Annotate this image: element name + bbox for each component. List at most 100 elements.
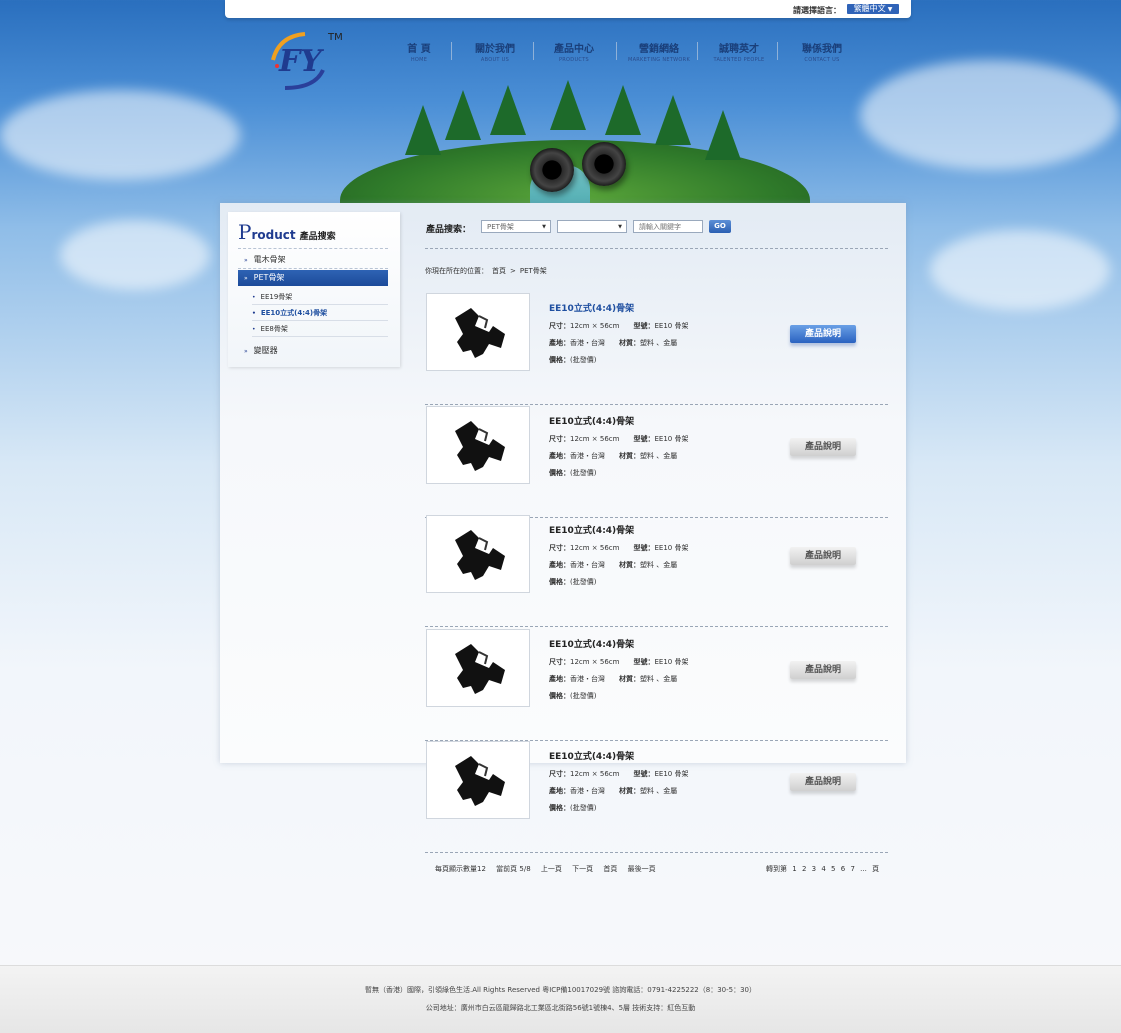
sidebar-title: Product 產品搜索 bbox=[238, 220, 336, 244]
spec-label: 產地： bbox=[549, 787, 570, 795]
product-details-button[interactable]: 產品說明 bbox=[790, 547, 856, 565]
breadcrumb-current[interactable]: PET骨架 bbox=[520, 267, 547, 275]
logo-tm: TM bbox=[328, 32, 343, 43]
product-details-button[interactable]: 產品說明 bbox=[790, 661, 856, 679]
nav-careers[interactable]: 誠聘英才 TALENTED PEOPLE bbox=[700, 40, 778, 63]
spec-label: 型號： bbox=[633, 322, 655, 330]
bullet-icon: » bbox=[244, 275, 248, 282]
subcategory-select[interactable]: ▼ bbox=[557, 220, 627, 233]
last-page-link[interactable]: 最後一頁 bbox=[628, 865, 656, 873]
main-nav: 首 頁 HOME 關於我們 ABOUT US 產品中心 PRODUCTS 營銷網… bbox=[380, 40, 860, 70]
bobbin-image-icon bbox=[455, 421, 505, 471]
spec-value: (批發價) bbox=[570, 356, 597, 364]
nav-sublabel: PRODUCTS bbox=[558, 57, 590, 63]
page-number-link[interactable]: 7 bbox=[850, 865, 854, 873]
product-details-button[interactable]: 產品說明 bbox=[790, 438, 856, 456]
sidebar-subitem-label: EE10立式(4:4)骨架 bbox=[260, 309, 328, 317]
sidebar-subitem-ee19[interactable]: • EE19骨架 bbox=[252, 290, 388, 305]
product-details-button[interactable]: 產品說明 bbox=[790, 325, 856, 343]
product-title[interactable]: EE10立式(4:4)骨架 bbox=[549, 637, 634, 650]
product-image[interactable] bbox=[426, 293, 530, 371]
search-label: 產品搜索： bbox=[426, 225, 472, 235]
keyword-input[interactable] bbox=[633, 220, 703, 233]
spec-label: 型號： bbox=[633, 770, 655, 778]
product-image[interactable] bbox=[426, 406, 530, 484]
product-title[interactable]: EE10立式(4:4)骨架 bbox=[549, 301, 634, 314]
chevron-down-icon: ▼ bbox=[887, 6, 893, 13]
page-number-link[interactable]: 6 bbox=[841, 865, 845, 873]
nav-home[interactable]: 首 頁 HOME bbox=[380, 40, 458, 63]
category-select[interactable]: PET骨架 ▼ bbox=[481, 220, 551, 233]
next-page-link[interactable]: 下一頁 bbox=[572, 865, 593, 873]
nav-contact[interactable]: 聯係我們 CONTACT US bbox=[783, 40, 861, 63]
sidebar-item-transformer[interactable]: » 變壓器 bbox=[238, 344, 388, 358]
page-number-link[interactable]: 4 bbox=[821, 865, 825, 873]
page-number-link[interactable]: 3 bbox=[812, 865, 816, 873]
prev-page-link[interactable]: 上一頁 bbox=[541, 865, 562, 873]
page-ellipsis: ... bbox=[860, 865, 867, 873]
sidebar-item-bakelite[interactable]: » 電木骨架 bbox=[238, 253, 388, 267]
product-image[interactable] bbox=[426, 741, 530, 819]
divider bbox=[425, 852, 888, 853]
product-image[interactable] bbox=[426, 629, 530, 707]
first-page-link[interactable]: 首頁 bbox=[603, 865, 617, 873]
spec-value: 塑料 、金屬 bbox=[640, 787, 678, 795]
product-details-button[interactable]: 產品說明 bbox=[790, 773, 856, 791]
language-select[interactable]: 繁體中文 ▼ bbox=[847, 4, 899, 14]
divider bbox=[425, 626, 888, 627]
tree-icon bbox=[490, 85, 526, 135]
product-spec-line: 產地：香港・台灣 材質：塑料 、金屬 bbox=[549, 674, 677, 684]
product-title[interactable]: EE10立式(4:4)骨架 bbox=[549, 749, 634, 762]
nav-divider bbox=[451, 42, 452, 60]
product-row: EE10立式(4:4)骨架 尺寸：12cm × 56cm 型號：EE10 骨架 產… bbox=[425, 293, 888, 405]
page-number-link[interactable]: 1 bbox=[792, 865, 796, 873]
spec-value: (批發價) bbox=[570, 804, 597, 812]
bullet-icon: » bbox=[244, 348, 248, 355]
spec-label: 尺寸： bbox=[549, 322, 570, 330]
product-title[interactable]: EE10立式(4:4)骨架 bbox=[549, 523, 634, 536]
sidebar-subitem-label: EE8骨架 bbox=[260, 325, 288, 333]
current-page-text: 當前頁 5/8 bbox=[496, 865, 531, 873]
spec-label: 價格： bbox=[549, 578, 570, 586]
spec-label: 價格： bbox=[549, 804, 570, 812]
bullet-icon: • bbox=[252, 294, 256, 301]
nav-label: 聯係我們 bbox=[802, 44, 842, 55]
product-spec-line: 價格：(批發價) bbox=[549, 803, 596, 813]
divider bbox=[425, 404, 888, 405]
spec-label: 尺寸： bbox=[549, 658, 570, 666]
page-number-link[interactable]: 5 bbox=[831, 865, 835, 873]
chevron-down-icon: ▼ bbox=[542, 224, 546, 230]
breadcrumb-separator: > bbox=[510, 267, 516, 275]
nav-products[interactable]: 產品中心 PRODUCTS bbox=[535, 40, 613, 63]
spec-label: 產地： bbox=[549, 561, 570, 569]
sidebar-subitem-ee8[interactable]: • EE8骨架 bbox=[252, 322, 388, 337]
spec-label: 產地： bbox=[549, 339, 570, 347]
nav-marketing[interactable]: 營銷網絡 MARKETING NETWORK bbox=[620, 40, 698, 63]
nav-label: 營銷網絡 bbox=[639, 44, 679, 55]
nav-divider bbox=[777, 42, 778, 60]
bullet-icon: » bbox=[244, 257, 248, 264]
spec-value: 香港・台灣 bbox=[570, 452, 605, 460]
nav-divider bbox=[697, 42, 698, 60]
go-button[interactable]: GO bbox=[709, 220, 731, 233]
nav-about[interactable]: 關於我們 ABOUT US bbox=[456, 40, 534, 63]
product-spec-line: 產地：香港・台灣 材質：塑料 、金屬 bbox=[549, 451, 677, 461]
cloud bbox=[0, 90, 240, 180]
spec-value: (批發價) bbox=[570, 578, 597, 586]
sidebar-subitem-ee10[interactable]: • EE10立式(4:4)骨架 bbox=[252, 306, 388, 321]
product-spec-line: 價格：(批發價) bbox=[549, 691, 596, 701]
tree-icon bbox=[405, 105, 441, 155]
page-number-link[interactable]: 2 bbox=[802, 865, 806, 873]
sidebar-item-pet[interactable]: » PET骨架 bbox=[238, 270, 388, 286]
product-title[interactable]: EE10立式(4:4)骨架 bbox=[549, 414, 634, 427]
product-image[interactable] bbox=[426, 515, 530, 593]
spec-label: 價格： bbox=[549, 692, 570, 700]
spec-value: (批發價) bbox=[570, 469, 597, 477]
spec-value: 12cm × 56cm bbox=[570, 658, 620, 666]
breadcrumb-home[interactable]: 首頁 bbox=[492, 267, 506, 275]
breadcrumb-prefix: 你現在所在的位置： bbox=[425, 267, 488, 275]
sidebar-item-label: 變壓器 bbox=[253, 346, 278, 355]
product-spec-line: 價格：(批發價) bbox=[549, 577, 596, 587]
product-spec-line: 產地：香港・台灣 材質：塑料 、金屬 bbox=[549, 338, 677, 348]
spec-value: 香港・台灣 bbox=[570, 675, 605, 683]
